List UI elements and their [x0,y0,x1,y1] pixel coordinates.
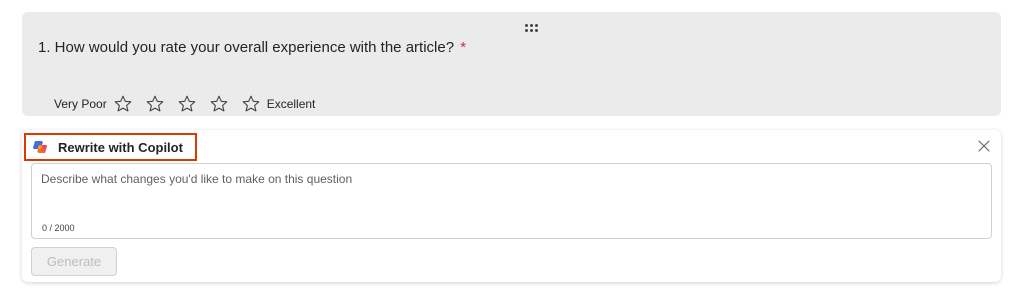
close-icon [978,140,990,152]
close-button[interactable] [977,139,991,153]
drag-handle-icon[interactable] [525,24,541,34]
star-rating [113,94,263,114]
copilot-logo-icon [32,139,48,155]
panel-title: Rewrite with Copilot [58,139,183,155]
rating-high-label: Excellent [266,97,316,111]
required-marker: * [460,39,467,56]
rewrite-input-box[interactable]: 0 / 2000 [31,163,992,239]
star-5-icon[interactable] [241,94,261,114]
star-4-icon[interactable] [209,94,229,114]
question-title: 1. How would you rate your overall exper… [38,39,466,56]
star-2-icon[interactable] [145,94,165,114]
question-text: 1. How would you rate your overall exper… [38,39,455,56]
character-count: 0 / 2000 [42,223,75,233]
rewrite-input[interactable] [41,172,971,210]
copilot-rewrite-panel: Rewrite with Copilot 0 / 2000 Generate [22,130,1001,282]
star-3-icon[interactable] [177,94,197,114]
rating-row: Very Poor Excellent [54,92,315,116]
copilot-panel-header: Rewrite with Copilot [24,133,197,161]
generate-button[interactable]: Generate [31,247,117,276]
star-1-icon[interactable] [113,94,133,114]
rating-low-label: Very Poor [54,97,107,111]
question-card[interactable]: 1. How would you rate your overall exper… [22,12,1001,116]
